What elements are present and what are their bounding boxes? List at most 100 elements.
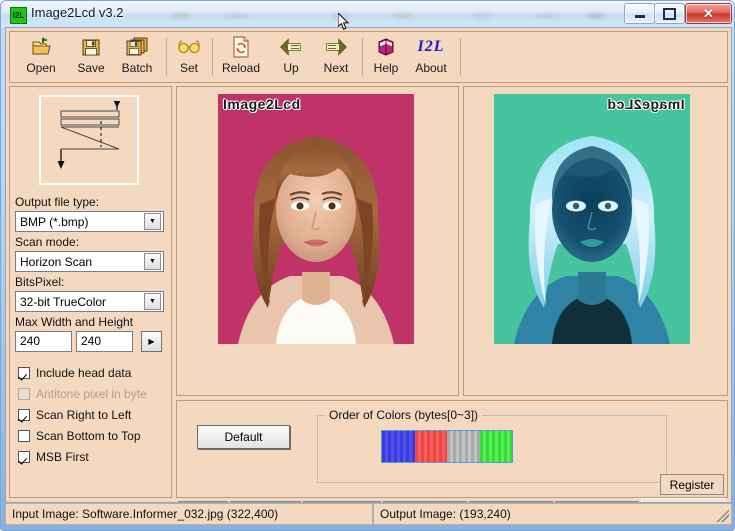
order-of-colors-group — [317, 415, 667, 483]
resize-grip[interactable] — [717, 510, 729, 522]
toolbar-separator-2 — [212, 38, 213, 76]
close-button[interactable]: ✕ — [685, 3, 732, 24]
scan-mode-value: Horizon Scan — [20, 254, 93, 269]
toolbar-button-open-label: Open — [26, 61, 56, 75]
horizon-scan-diagram — [39, 95, 139, 185]
toolbar-button-open[interactable]: Open — [18, 34, 64, 80]
close-icon: ✕ — [703, 5, 714, 21]
minimize-icon — [625, 4, 654, 23]
checkbox-indicator[interactable] — [18, 429, 30, 442]
output-file-type-select[interactable]: BMP (*.bmp) ▼ — [15, 211, 164, 232]
toolbar-button-save[interactable]: Save — [70, 34, 112, 80]
i2l-logo-icon: I2L — [418, 34, 445, 60]
checkbox-indicator[interactable] — [18, 450, 30, 463]
status-output-text: Output Image: (193,240) — [380, 507, 511, 521]
toolbar-separator-3 — [362, 38, 363, 76]
toolbar: Open Save Batch Set Reload Up Next Help … — [9, 31, 728, 83]
chevron-down-icon[interactable]: ▼ — [144, 293, 161, 310]
toolbar-button-help[interactable]: Help — [366, 34, 406, 80]
mouse-cursor — [337, 11, 350, 31]
book-icon — [376, 34, 396, 60]
toolbar-separator-1 — [166, 38, 167, 76]
checkbox-include-head-data[interactable]: Include head data — [18, 364, 131, 381]
toolbar-button-batch-label: Batch — [121, 61, 153, 75]
triangle-right-icon: ▶ — [148, 337, 155, 346]
checkbox-indicator[interactable] — [18, 408, 30, 421]
checkbox-msb-first[interactable]: MSB First — [18, 448, 89, 465]
multiple-floppy-disks-icon — [125, 34, 149, 60]
color-order-bar[interactable] — [381, 430, 513, 463]
checkbox-label: Include head data — [36, 365, 132, 380]
color-segment-gray[interactable] — [447, 431, 480, 462]
input-watermark: Image2Lcd — [223, 96, 301, 112]
chevron-down-icon[interactable]: ▼ — [144, 213, 161, 230]
scan-mode-label: Scan mode: — [15, 235, 80, 249]
toolbar-separator-4 — [460, 38, 461, 76]
checkbox-scan-right-to-left[interactable]: Scan Right to Left — [18, 406, 131, 423]
checkbox-label: Scan Bottom to Top — [36, 428, 141, 443]
window-title: Image2Lcd v3.2 — [31, 5, 124, 20]
toolbar-button-next-label: Next — [323, 61, 349, 75]
scan-mode-select[interactable]: Horizon Scan ▼ — [15, 251, 164, 272]
toolbar-button-set-label: Set — [179, 61, 198, 75]
toolbar-button-about-label: About — [415, 61, 447, 75]
max-size-more-button[interactable]: ▶ — [141, 331, 162, 352]
bits-pixel-label: BitsPixel: — [15, 275, 65, 289]
bits-pixel-value: 32-bit TrueColor — [20, 294, 107, 309]
input-preview-panel: Image2Lcd — [176, 86, 459, 396]
toolbar-button-reload[interactable]: Reload — [216, 34, 266, 80]
toolbar-button-up[interactable]: Up — [274, 34, 308, 80]
default-button[interactable]: Default — [197, 425, 290, 449]
checkbox-indicator[interactable] — [18, 366, 30, 379]
output-watermark: Image2Lcd — [607, 96, 685, 112]
minimize-button[interactable] — [624, 3, 655, 24]
output-file-type-label: Output file type: — [15, 195, 100, 209]
floppy-disk-icon — [81, 34, 101, 60]
toolbar-button-batch[interactable]: Batch — [114, 34, 160, 80]
checkbox-indicator — [18, 387, 30, 400]
open-folder-icon — [30, 34, 52, 60]
output-image-preview[interactable]: Image2Lcd — [494, 94, 690, 344]
maximize-button[interactable] — [654, 3, 685, 24]
status-bar: Input Image: Software.Informer_032.jpg (… — [5, 503, 732, 525]
toolbar-button-reload-label: Reload — [221, 61, 261, 75]
app-icon: I2L — [10, 7, 27, 24]
toolbar-button-save-label: Save — [77, 61, 105, 75]
toolbar-button-up-label: Up — [283, 61, 299, 75]
checkbox-scan-bottom-to-top[interactable]: Scan Bottom to Top — [18, 427, 141, 444]
glasses-icon — [177, 34, 201, 60]
arrow-left-icon — [279, 34, 303, 60]
checkbox-antitone-pixel-in-byte: Antitone pixel in byte — [18, 385, 147, 402]
maximize-icon — [655, 4, 684, 23]
color-segment-red[interactable] — [414, 431, 447, 462]
toolbar-button-set[interactable]: Set — [172, 34, 206, 80]
max-size-label: Max Width and Height — [15, 315, 134, 329]
max-height-input[interactable]: 240 — [76, 331, 133, 352]
input-image-preview[interactable]: Image2Lcd — [218, 94, 414, 344]
arrow-right-icon — [324, 34, 348, 60]
color-segment-green[interactable] — [479, 431, 512, 462]
status-output-image: Output Image: (193,240) — [373, 503, 732, 525]
status-input-image: Input Image: Software.Informer_032.jpg (… — [5, 503, 373, 525]
i2l-logo-text: I2L — [417, 38, 445, 55]
checkbox-label: MSB First — [36, 449, 89, 464]
toolbar-button-about[interactable]: I2L About — [408, 34, 454, 80]
bits-pixel-select[interactable]: 32-bit TrueColor ▼ — [15, 291, 164, 312]
background-window-ghost — [151, 4, 621, 26]
checkbox-label: Scan Right to Left — [36, 407, 132, 422]
title-bar: I2L Image2Lcd v3.2 ✕ — [1, 1, 734, 27]
toolbar-button-next[interactable]: Next — [316, 34, 356, 80]
page-refresh-icon — [232, 34, 250, 60]
tab-register[interactable]: Register — [660, 474, 724, 495]
order-of-colors-label: Order of Colors (bytes[0~3]) — [325, 408, 483, 422]
chevron-down-icon[interactable]: ▼ — [144, 253, 161, 270]
max-width-input[interactable]: 240 — [15, 331, 72, 352]
client-area: Open Save Batch Set Reload Up Next Help … — [5, 27, 732, 503]
output-file-type-value: BMP (*.bmp) — [20, 214, 89, 229]
color-options-panel: Default Order of Colors (bytes[0~3]) — [176, 400, 728, 498]
color-segment-blue[interactable] — [382, 431, 415, 462]
settings-sidebar: Output file type: BMP (*.bmp) ▼ Scan mod… — [9, 86, 172, 498]
toolbar-button-help-label: Help — [373, 61, 399, 75]
output-preview-panel: Image2Lcd — [463, 86, 728, 396]
application-window: I2L Image2Lcd v3.2 ✕ Open Save Batch Set… — [0, 0, 735, 531]
